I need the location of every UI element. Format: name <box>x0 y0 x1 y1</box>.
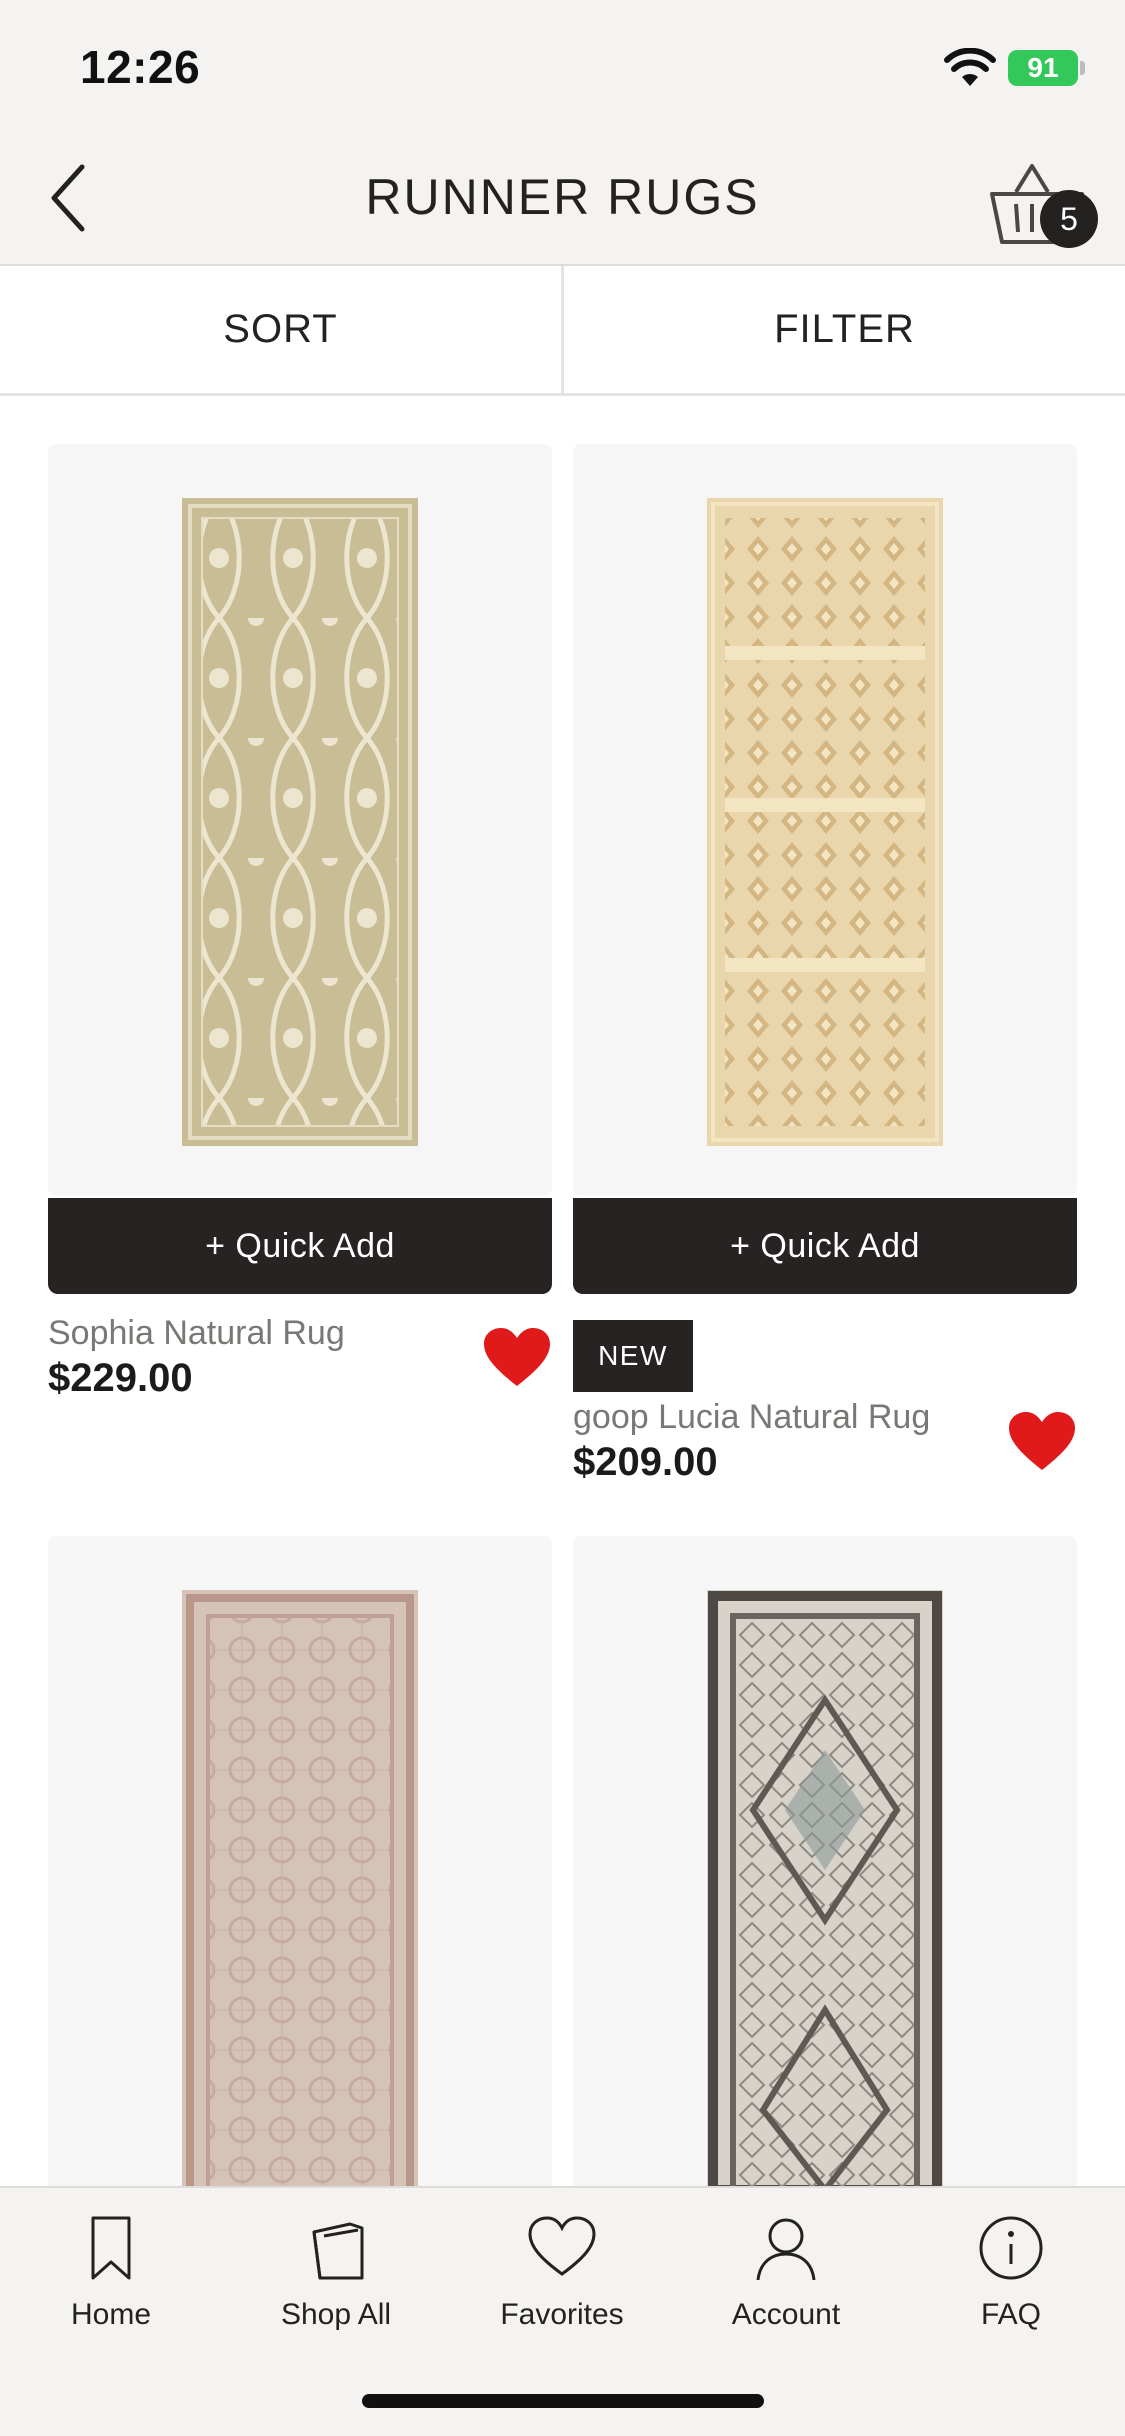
wifi-icon <box>944 48 996 86</box>
product-price: $209.00 <box>573 1440 718 1484</box>
heart-filled-icon[interactable] <box>482 1326 552 1388</box>
page-title: RUNNER RUGS <box>365 169 760 225</box>
tab-shop-all[interactable]: Shop All <box>236 2212 436 2342</box>
battery-icon: 91 <box>1008 50 1078 86</box>
home-indicator[interactable] <box>362 2394 764 2408</box>
product-image[interactable] <box>48 444 552 1196</box>
filter-button[interactable]: FILTER <box>564 266 1125 393</box>
rug-image <box>182 1590 418 2190</box>
product-card[interactable]: + Quick Add NEW goop Lucia Natural Rug $… <box>573 444 1077 1484</box>
product-card[interactable] <box>573 1536 1077 2236</box>
product-card[interactable]: + Quick Add Sophia Natural Rug $229.00 <box>48 444 552 1400</box>
tab-label: Account <box>731 2298 841 2331</box>
header: RUNNER RUGS <box>0 132 1125 266</box>
product-name[interactable]: goop Lucia Natural Rug <box>573 1398 930 1437</box>
screen: 12:26 91 RUNNER RUGS 5 SORT FILTER + Qui… <box>0 0 1125 2436</box>
rug-image <box>707 498 943 1146</box>
product-name[interactable]: Sophia Natural Rug <box>48 1314 345 1353</box>
tab-label: Home <box>70 2298 152 2331</box>
tab-label: Shop All <box>280 2298 392 2331</box>
tab-favorites[interactable]: Favorites <box>462 2212 662 2342</box>
tab-account[interactable]: Account <box>686 2212 886 2342</box>
tab-faq[interactable]: FAQ <box>911 2212 1111 2342</box>
status-bar: 12:26 91 <box>0 0 1125 132</box>
battery-cap <box>1080 61 1085 75</box>
bookmark-icon <box>91 2216 131 2280</box>
quick-add-button[interactable]: + Quick Add <box>48 1198 552 1294</box>
product-price: $229.00 <box>48 1356 193 1400</box>
heart-filled-icon[interactable] <box>1007 1410 1077 1472</box>
rug-image <box>707 1590 943 2190</box>
product-image[interactable] <box>48 1536 552 2236</box>
product-image[interactable] <box>573 1536 1077 2236</box>
product-image[interactable] <box>573 444 1077 1196</box>
rug-image <box>182 498 418 1146</box>
status-time: 12:26 <box>80 41 201 93</box>
cart-count-badge[interactable]: 5 <box>1040 190 1098 248</box>
battery-level: 91 <box>1027 52 1059 83</box>
new-badge: NEW <box>573 1320 693 1392</box>
tab-label: FAQ <box>980 2298 1041 2331</box>
tab-home[interactable]: Home <box>11 2212 211 2342</box>
quick-add-button[interactable]: + Quick Add <box>573 1198 1077 1294</box>
heart-outline-icon <box>528 2216 596 2276</box>
user-icon <box>756 2218 816 2281</box>
shopping-bag-icon <box>312 2222 364 2280</box>
info-icon <box>979 2216 1043 2280</box>
sort-filter-bar: SORT FILTER <box>0 266 1125 396</box>
product-card[interactable] <box>48 1536 552 2236</box>
tab-label: Favorites <box>500 2298 624 2331</box>
sort-button[interactable]: SORT <box>0 266 561 393</box>
